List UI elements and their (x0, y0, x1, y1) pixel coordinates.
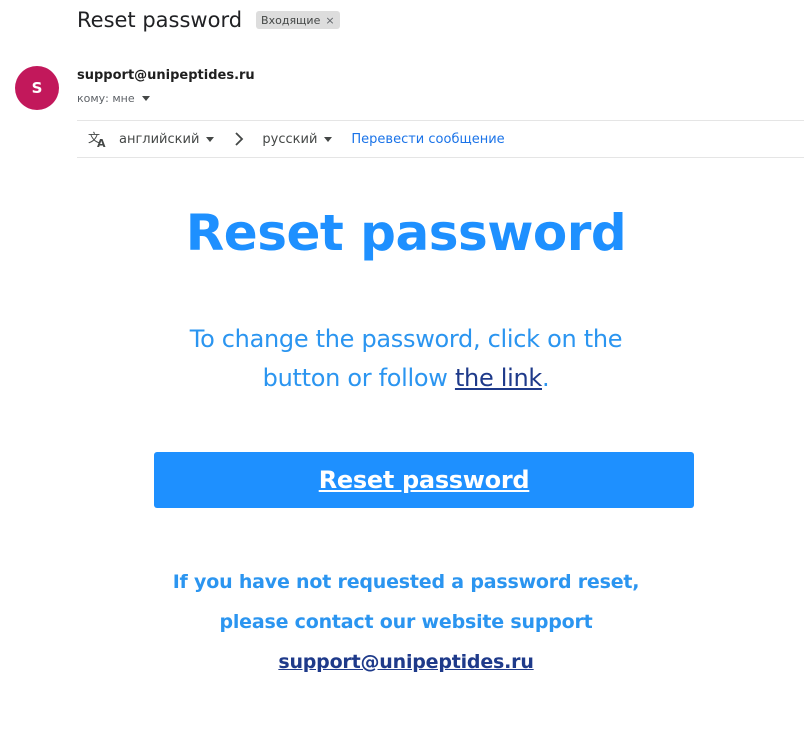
source-language-label: английский (119, 131, 200, 147)
svg-text:A: A (97, 137, 106, 148)
label-text: Входящие (261, 13, 321, 27)
translate-bar: 文 A английский русский Перевести сообщен… (77, 120, 804, 158)
avatar[interactable]: S (15, 66, 59, 110)
intro-text-before: To change the password, click on the but… (189, 325, 623, 392)
intro-text-after: . (542, 364, 550, 392)
chevron-down-icon (141, 96, 150, 101)
chevron-down-icon (206, 136, 215, 142)
reset-password-button[interactable]: Reset password (154, 452, 694, 508)
inbox-label-chip[interactable]: Входящие × (256, 11, 340, 29)
translate-message-link[interactable]: Перевести сообщение (351, 132, 504, 147)
sender-email: support@unipeptides.ru (77, 68, 255, 83)
the-link[interactable]: the link (455, 364, 542, 392)
support-email-link[interactable]: support@unipeptides.ru (278, 651, 534, 673)
email-heading: Reset password (185, 204, 627, 262)
chevron-right-icon (232, 132, 246, 146)
remove-label-icon[interactable]: × (325, 14, 334, 27)
chevron-down-icon (324, 136, 333, 142)
email-subject: Reset password (77, 8, 243, 32)
subject-row: Reset password Входящие × (77, 6, 340, 34)
support-note-line-2: please contact our website support (219, 611, 593, 633)
email-view: Reset password Входящие × S support@unip… (0, 0, 804, 737)
reset-password-button-label: Reset password (318, 466, 530, 494)
support-note-line-1: If you have not requested a password res… (172, 571, 640, 593)
target-language-label: русский (262, 131, 318, 147)
source-language-select[interactable]: английский (119, 131, 215, 147)
intro-text: To change the password, click on the but… (150, 320, 662, 398)
recipient-label: кому: мне (77, 92, 135, 105)
recipient-details-toggle[interactable]: кому: мне (77, 92, 150, 105)
target-language-select[interactable]: русский (262, 131, 333, 147)
support-note: If you have not requested a password res… (100, 562, 712, 682)
translate-icon: 文 A (87, 128, 109, 150)
